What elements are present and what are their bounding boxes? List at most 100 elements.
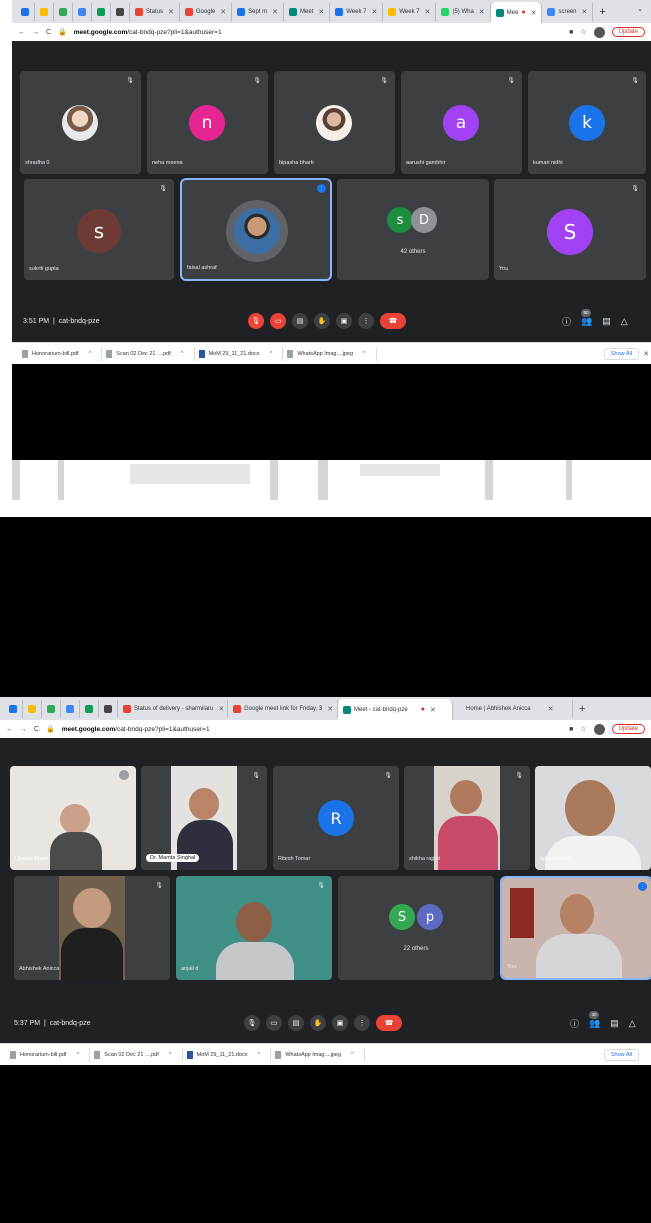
close-icon[interactable]: ✕ (168, 8, 174, 16)
raise-hand-button[interactable]: ✋ (314, 313, 330, 329)
download-item[interactable]: Honorarium-bill.pdf ^ (18, 346, 103, 361)
url-field[interactable]: meet.google.com/cat-bndq-pze?pli=1&authu… (74, 29, 222, 36)
tab[interactable] (4, 699, 23, 718)
self-tile-active-speaker[interactable]: ⋮ You (500, 876, 651, 980)
forward-icon[interactable]: → (20, 726, 27, 733)
download-item[interactable]: Scan 02 Dec 21 ....pdf ^ (102, 346, 195, 361)
mic-toggle-button[interactable]: 🎙︎ (248, 313, 264, 329)
more-options-button[interactable]: ⋮ (354, 1015, 370, 1031)
people-button[interactable]: 50 👥 (581, 308, 592, 327)
tab-google[interactable]: Google ✕ (180, 2, 233, 21)
participant-tile[interactable]: 🎙︎ anjali d (176, 876, 332, 980)
present-button[interactable]: ▣ (332, 1015, 348, 1031)
tab[interactable] (42, 699, 61, 718)
chevron-up-icon[interactable]: ^ (258, 1052, 261, 1058)
info-icon[interactable]: ⓘ (562, 315, 571, 328)
chat-icon[interactable]: ▤ (602, 316, 611, 327)
chevron-up-icon[interactable]: ^ (88, 351, 91, 357)
tab-home[interactable]: Home | Abhishek Aniccа ✕ (453, 699, 573, 718)
close-icon[interactable]: ✕ (327, 705, 333, 713)
reload-icon[interactable]: C (46, 29, 51, 36)
leave-call-button[interactable]: ☎ (380, 313, 406, 329)
new-tab-button[interactable]: + (593, 6, 611, 18)
tab-week7b[interactable]: Week 7 ✕ (383, 2, 437, 21)
tab-meet[interactable]: Meet ✕ (284, 2, 331, 21)
chevron-up-icon[interactable]: ^ (181, 351, 184, 357)
chat-icon[interactable]: ▤ (610, 1018, 619, 1029)
activities-icon[interactable]: △ (629, 1018, 636, 1029)
back-icon[interactable]: ← (18, 29, 25, 36)
download-item[interactable]: Scan 02 Dec 21 ....pdf ^ (90, 1047, 183, 1062)
participant-tile[interactable]: 🎙︎ R Ritesh Tomar (273, 766, 399, 870)
others-tile[interactable]: S p 22 others (338, 876, 494, 980)
tab[interactable] (61, 699, 80, 718)
activities-icon[interactable]: △ (621, 316, 628, 327)
close-icon[interactable]: ✕ (531, 9, 537, 17)
camera-icon[interactable]: ■ (569, 726, 573, 733)
participant-tile[interactable]: 🎙︎ bipasha bharti (274, 71, 395, 174)
chevron-up-icon[interactable]: ^ (169, 1052, 172, 1058)
close-icon[interactable]: ✕ (218, 705, 224, 713)
present-button[interactable]: ▣ (336, 313, 352, 329)
close-icon[interactable]: ✕ (430, 706, 436, 714)
tab-status-of-delivery[interactable]: Status of delivery - sharmilaru ✕ (118, 699, 228, 718)
more-options-button[interactable]: ⋮ (358, 313, 374, 329)
tab-status[interactable]: Status ✕ (130, 2, 180, 21)
tab[interactable] (99, 699, 118, 718)
update-button[interactable]: Update (611, 27, 645, 37)
others-tile[interactable]: s D 42 others (337, 179, 489, 280)
close-icon[interactable]: ✕ (643, 350, 649, 358)
tab-meet-active[interactable]: Mee ● ✕ (490, 2, 543, 23)
participant-tile[interactable]: 🎙︎ s sukriti gupta (24, 179, 174, 280)
camera-toggle-button[interactable]: ▭ (266, 1015, 282, 1031)
tab-whatsapp[interactable]: (5) Wha ✕ (436, 2, 491, 21)
new-tab-button[interactable]: + (573, 703, 591, 715)
participant-tile[interactable]: 🎙︎ shradha 0 (20, 71, 141, 174)
participant-tile[interactable]: Ujjwala Bharti (10, 766, 136, 870)
close-icon[interactable]: ✕ (318, 8, 324, 16)
participant-tile[interactable]: faisal ashraf (535, 766, 651, 870)
info-icon[interactable]: ⓘ (570, 1017, 579, 1030)
url-field[interactable]: meet.google.com/cat-bndq-pze?pli=1&authu… (62, 726, 210, 733)
tab-meet-active[interactable]: Meet - cat-bndq-pze ● ✕ (338, 699, 453, 720)
update-button[interactable]: Update (611, 724, 645, 734)
tab[interactable] (54, 2, 73, 21)
chevron-up-icon[interactable]: ^ (270, 351, 273, 357)
back-icon[interactable]: ← (6, 726, 13, 733)
self-tile[interactable]: 🎙︎ S You (494, 179, 646, 280)
tab[interactable] (80, 699, 99, 718)
tab[interactable] (111, 2, 130, 21)
star-icon[interactable]: ☆ (580, 725, 586, 733)
download-item[interactable]: Honorarium-bill.pdf ^ (6, 1047, 91, 1062)
participant-tile-active-speaker[interactable]: ⋮ faisal ashraf (180, 178, 332, 281)
mic-toggle-button[interactable]: 🎙︎ (244, 1015, 260, 1031)
show-all-button[interactable]: Show All (603, 1048, 639, 1061)
chevron-down-icon[interactable]: ⌄ (637, 5, 643, 13)
profile-avatar[interactable] (593, 26, 605, 38)
captions-button[interactable]: ▤ (288, 1015, 304, 1031)
raise-hand-button[interactable]: ✋ (310, 1015, 326, 1031)
tab[interactable] (23, 699, 42, 718)
chevron-up-icon[interactable]: ^ (76, 1052, 79, 1058)
show-all-button[interactable]: Show All (603, 347, 639, 360)
participant-tile[interactable]: 🎙︎ shikha rajput (404, 766, 530, 870)
chevron-up-icon[interactable]: ^ (351, 1052, 354, 1058)
tab-week7[interactable]: Week 7 ✕ (330, 2, 384, 21)
participant-tile[interactable]: 🎙︎ Dr. Mamta Singhal (141, 766, 267, 870)
close-icon[interactable]: ✕ (220, 8, 226, 16)
star-icon[interactable]: ☆ (580, 28, 586, 36)
participant-tile[interactable]: 🎙︎ n neha meena (147, 71, 268, 174)
tab-sept[interactable]: Sept m ✕ (232, 2, 285, 21)
close-icon[interactable]: ✕ (425, 8, 431, 16)
download-item[interactable]: WhatsApp Imag....jpeg ^ (271, 1047, 365, 1062)
download-item[interactable]: MoM 29_11_21.docx ^ (183, 1047, 272, 1062)
tab[interactable] (73, 2, 92, 21)
participant-tile[interactable]: 🎙︎ a aarushi gambhir (401, 71, 522, 174)
participant-tile[interactable]: 🎙︎ Abhishek Anicca (14, 876, 170, 980)
close-icon[interactable]: ✕ (371, 8, 377, 16)
tab[interactable] (35, 2, 54, 21)
download-item[interactable]: MoM 29_11_21.docx ^ (195, 346, 284, 361)
participant-tile[interactable]: 🎙︎ k kumari nidhi (528, 71, 646, 174)
captions-button[interactable]: ▤ (292, 313, 308, 329)
camera-toggle-button[interactable]: ▭ (270, 313, 286, 329)
